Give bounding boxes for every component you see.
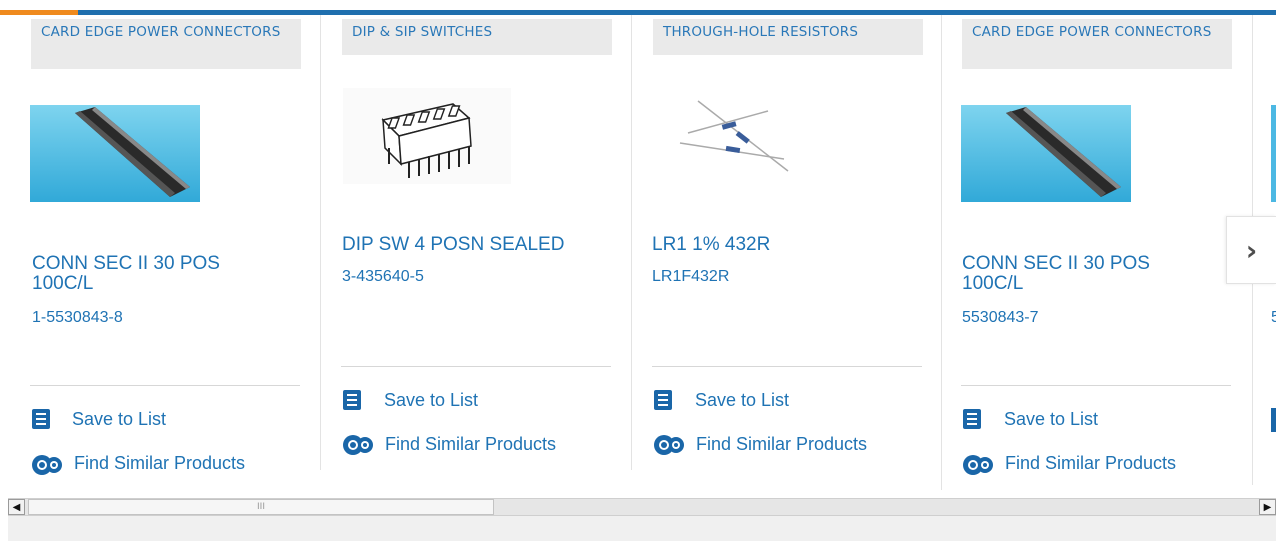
save-to-list-button[interactable]: Save to List [1004,409,1098,430]
product-category-label[interactable]: THROUGH-HOLE RESISTORS [653,19,923,55]
card-separator [341,366,611,367]
chevron-right-icon: › [1245,233,1258,267]
footer-area [8,516,1276,541]
find-similar-icon[interactable] [30,451,64,479]
product-category-label[interactable]: CARD EDGE POWER CONNECTORS [962,19,1232,69]
top-accent-orange [0,10,78,15]
card-divider [631,15,632,470]
part-number-link[interactable]: 3-435640-5 [342,268,424,286]
card-separator [30,385,300,386]
save-list-icon[interactable] [32,409,50,429]
card-separator [961,385,1231,386]
find-similar-products-link[interactable]: Find Similar Products [74,453,245,474]
card-edge-connector-image[interactable] [30,105,200,202]
product-category-label[interactable]: CARD EDGE POWER CONNECTORS [31,19,301,69]
save-list-icon[interactable] [343,390,361,410]
save-to-list-button[interactable]: Save to List [384,390,478,411]
carousel-next-button[interactable]: › [1226,216,1276,284]
top-accent-bar [0,10,1276,15]
product-title-link[interactable]: DIP SW 4 POSN SEALED [342,235,602,255]
product-title-link[interactable]: CONN SEC II 30 POS 100C/L [962,254,1202,294]
product-title-link[interactable]: CONN SEC II 30 POS 100C/L [32,254,272,294]
card-divider [320,15,321,470]
scroll-right-arrow[interactable]: ▶ [1259,499,1276,515]
find-similar-products-link[interactable]: Find Similar Products [385,434,556,455]
card-divider [941,15,942,490]
find-similar-icon[interactable] [652,431,686,459]
part-number-link[interactable]: 1-5530843-8 [32,309,123,327]
partial-product-image[interactable] [1271,105,1276,202]
partial-save-icon[interactable] [1271,408,1276,432]
save-list-icon[interactable] [654,390,672,410]
scroll-thumb[interactable]: III [28,499,494,515]
dip-switch-image[interactable] [343,88,511,184]
part-number-link[interactable]: LR1F432R [652,268,729,286]
find-similar-products-link[interactable]: Find Similar Products [696,434,867,455]
save-to-list-button[interactable]: Save to List [72,409,166,430]
part-number-link[interactable]: 5530843-7 [962,309,1039,327]
product-title-link[interactable]: LR1 1% 432R [652,235,912,255]
save-list-icon[interactable] [963,409,981,429]
find-similar-icon[interactable] [961,451,995,479]
find-similar-products-link[interactable]: Find Similar Products [1005,453,1176,474]
product-category-label[interactable]: DIP & SIP SWITCHES [342,19,612,55]
card-edge-connector-image[interactable] [961,105,1131,202]
horizontal-scrollbar[interactable]: ◀ III ▶ [8,498,1276,516]
find-similar-icon[interactable] [341,431,375,459]
scroll-left-arrow[interactable]: ◀ [8,499,25,515]
resistor-image[interactable] [678,93,794,179]
card-separator [652,366,922,367]
partial-part-number[interactable]: 5 [1271,309,1276,327]
save-to-list-button[interactable]: Save to List [695,390,789,411]
